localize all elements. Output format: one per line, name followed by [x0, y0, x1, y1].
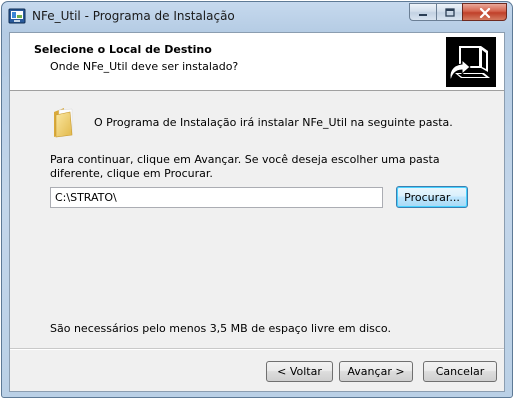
page-subtitle: Onde NFe_Util deve ser instalado?: [50, 60, 239, 73]
minimize-icon: [417, 3, 429, 22]
wizard-header: Selecione o Local de Destino Onde NFe_Ut…: [10, 33, 504, 91]
installer-computer-icon: [446, 37, 496, 87]
back-button[interactable]: < Voltar: [266, 361, 333, 382]
browse-button[interactable]: Procurar...: [396, 186, 468, 208]
intro-text: O Programa de Instalação irá instalar NF…: [94, 116, 453, 129]
instruction-text: Para continuar, clique em Avançar. Se vo…: [50, 153, 440, 180]
caption-buttons: [409, 3, 507, 22]
page-title: Selecione o Local de Destino: [34, 43, 212, 56]
installer-window: NFe_Util - Programa de Instalação Seleci…: [1, 1, 513, 398]
installer-app-icon[interactable]: [8, 8, 26, 24]
footer-divider: [10, 348, 504, 350]
dialog-client-area: Selecione o Local de Destino Onde NFe_Ut…: [9, 32, 505, 392]
folder-icon: [50, 106, 78, 138]
disk-space-note: São necessários pelo menos 3,5 MB de esp…: [50, 322, 391, 335]
minimize-button[interactable]: [409, 3, 436, 21]
window-title: NFe_Util - Programa de Instalação: [32, 9, 235, 23]
close-button[interactable]: [462, 3, 507, 21]
destination-path-input[interactable]: [50, 187, 383, 208]
maximize-icon: [444, 3, 456, 22]
maximize-button[interactable]: [436, 3, 462, 21]
title-bar[interactable]: NFe_Util - Programa de Instalação: [2, 2, 512, 30]
cancel-button[interactable]: Cancelar: [423, 361, 497, 382]
next-button[interactable]: Avançar >: [339, 361, 413, 382]
close-icon: [479, 3, 491, 22]
